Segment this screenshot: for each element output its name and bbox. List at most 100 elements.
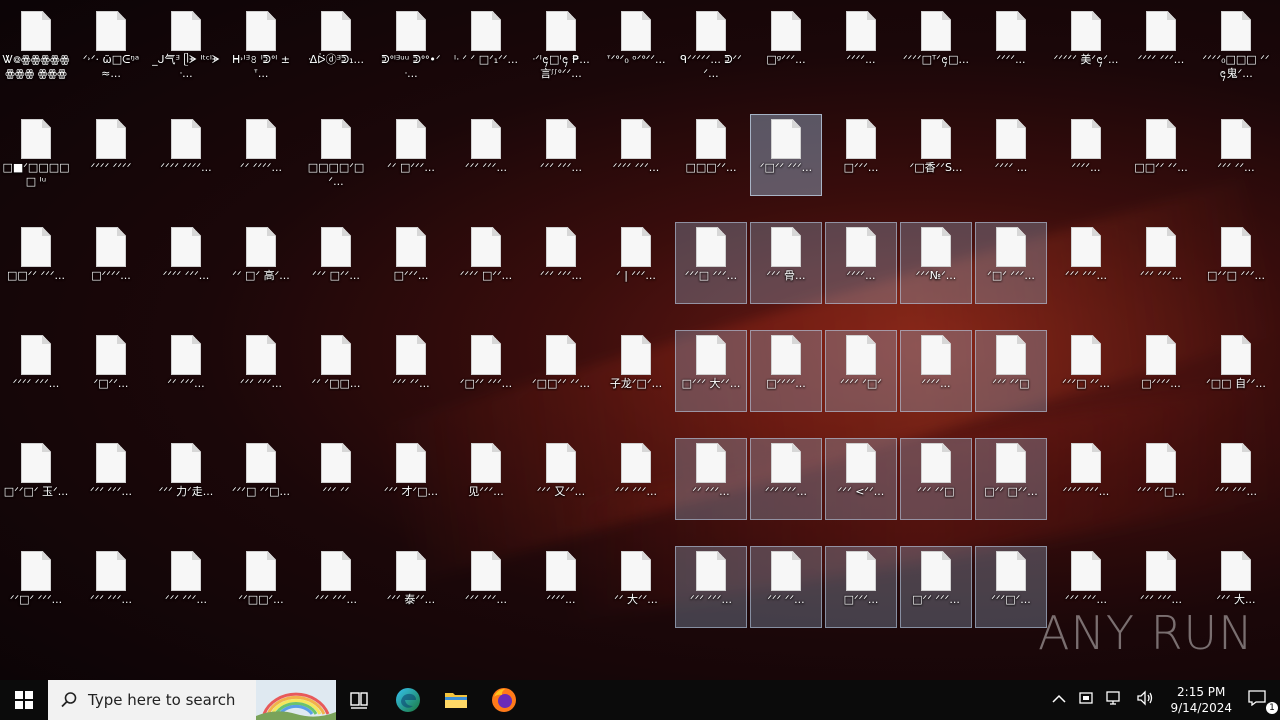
desktop-file-icon[interactable]: ᐟᐟᐟ ᐟᐟᐟ... bbox=[75, 438, 147, 520]
desktop-file-icon[interactable]: ᐎᐖⓓᴲᕲ₁... bbox=[300, 6, 372, 88]
desktop-file-icon[interactable]: ᐟ˒ᐟ· ῶ□ᕮᵑᵃ≈... bbox=[75, 6, 147, 88]
desktop-file-icon[interactable]: Ꮤ᪤ꙮꙮꙮꙮꙮꙮꙮꙮ ꙮꙮꙮ ꙮꙮꙮ ꙮꙮꙮ ꙮꙮꙮ ꙮꙮꙮ I₀□ᵗᵒ bbox=[0, 6, 72, 88]
defender-icon[interactable] bbox=[1072, 690, 1100, 710]
desktop-file-icon[interactable]: ᐟᐟ □ᐟᐟᐟ... bbox=[375, 114, 447, 196]
desktop-file-icon[interactable]: □ᐟᐟ ᐟᐟᐟ... bbox=[900, 546, 972, 628]
desktop-file-icon[interactable]: ᐟ | ᐟᐟᐟ... bbox=[600, 222, 672, 304]
desktop-file-icon[interactable]: ᐟᐟᐟ ᐟᐟᐟ... bbox=[300, 546, 372, 628]
clock[interactable]: 2:15 PM 9/14/2024 bbox=[1160, 684, 1242, 716]
notification-button[interactable]: 1 bbox=[1242, 690, 1280, 714]
desktop-file-icon[interactable]: ᐟᐟᐟ ᐟᐟᐟ... bbox=[675, 546, 747, 628]
desktop-file-icon[interactable]: ᐟᐟᐟ ᐟᐟ... bbox=[750, 546, 822, 628]
desktop-file-icon[interactable]: ᑫᐟᐟᐟᐟᐟ... ᕲᐟᐟᐟ... bbox=[675, 6, 747, 88]
desktop-file-icon[interactable]: ᐟᐟᐟ□ ᐟᐟ□... bbox=[225, 438, 297, 520]
desktop-file-icon[interactable]: ᐟᐟᐟᐟ... bbox=[525, 546, 597, 628]
desktop-file-icon[interactable]: ᐟᐟᐟᐟ... bbox=[825, 6, 897, 88]
desktop-file-icon[interactable]: ᐟᐟᐟ□ ᐟᐟᐟ... bbox=[675, 222, 747, 304]
desktop-file-icon[interactable]: ᐟ□□ᐟᐟ ᐟᐟ... bbox=[525, 330, 597, 412]
desktop-file-icon[interactable]: ᐟᐟ ᐟᐟᐟ... bbox=[150, 330, 222, 412]
desktop-file-icon[interactable]: ᐟᐟᐟ№ᐟ... bbox=[900, 222, 972, 304]
desktop-file-icon[interactable]: □□□ᐟᐟ... bbox=[675, 114, 747, 196]
desktop-file-icon[interactable]: ᐟᐟᐟ 泰ᐟᐟ... bbox=[375, 546, 447, 628]
task-view-button[interactable] bbox=[336, 680, 384, 720]
desktop-file-icon[interactable]: ᐟᐟᐟ ᐟᐟ bbox=[300, 438, 372, 520]
desktop-file-icon[interactable]: ᐟᐟᐟ ᐟᐟᐟ... bbox=[1125, 222, 1197, 304]
desktop-file-icon[interactable]: ᐟᐟᐟ ᐟᐟ... bbox=[375, 330, 447, 412]
desktop-file-icon[interactable]: ᐟᐟᐟᐟ ... bbox=[975, 114, 1047, 196]
desktop-file-icon[interactable]: ᐟᐟᐟ ᐟᐟ... bbox=[1200, 114, 1272, 196]
desktop-file-icon[interactable]: ᐟᐟᐟᐟ ᐟᐟᐟ... bbox=[600, 114, 672, 196]
desktop-file-icon[interactable]: 子龙ᐟ□ᐟ... bbox=[600, 330, 672, 412]
desktop-file-icon[interactable]: ᐟᐟᐟ 又ᐟᐟ... bbox=[525, 438, 597, 520]
desktop-file-icon[interactable]: □ᐟᐟᐟ... bbox=[825, 546, 897, 628]
desktop-file-icon[interactable]: ᐟᐟᐟ ᐟᐟᐟ... bbox=[75, 546, 147, 628]
desktop-file-icon[interactable]: □ᐟᐟᐟᐟ... bbox=[75, 222, 147, 304]
desktop-file-icon[interactable]: ᐟᐟᐟ ᐟᐟᐟ... bbox=[525, 222, 597, 304]
desktop-file-icon[interactable]: ᐟ□ᐟᐟ ᐟᐟᐟ... bbox=[450, 330, 522, 412]
desktop-file-icon[interactable]: 见ᐟᐟᐟ... bbox=[450, 438, 522, 520]
desktop-file-icon[interactable]: ᐟᐟ ᐟᐟᐟᐟ... bbox=[225, 114, 297, 196]
desktop-file-icon[interactable]: □ᐟᐟᐟ... bbox=[825, 114, 897, 196]
desktop-file-icon[interactable]: ᐟᐟ ᐟᐟᐟ... bbox=[675, 438, 747, 520]
desktop-file-icon[interactable]: □ᐟᐟᐟᐟ... bbox=[1125, 330, 1197, 412]
desktop-file-icon[interactable]: ᐟᐟ 大ᐟᐟ... bbox=[600, 546, 672, 628]
desktop-file-icon[interactable]: ᐟᐟᐟᐟᐟ 美ᐟ᪄ᐟ... bbox=[1050, 6, 1122, 88]
search-box[interactable]: Type here to search bbox=[48, 680, 336, 720]
desktop-file-icon[interactable]: ᐟᐟᐟᐟ ᐟᐟᐟᐟ... bbox=[150, 114, 222, 196]
start-button[interactable] bbox=[0, 680, 48, 720]
desktop-file-icon[interactable]: ᐟᐟᐟ 才ᐟ□... bbox=[375, 438, 447, 520]
desktop-file-icon[interactable]: ᐟᐟᐟ 骨... bbox=[750, 222, 822, 304]
desktop-file-icon[interactable]: ᐟ□ᐟᐟ... bbox=[75, 330, 147, 412]
desktop-file-icon[interactable]: ᐟᐟᐟ ᐟᐟᐟ... bbox=[1200, 438, 1272, 520]
desktop-file-icon[interactable]: ᐟᐟᐟ ᐟᐟᐟ... bbox=[750, 438, 822, 520]
desktop-file-icon[interactable]: □ᐟᐟ□ ᐟᐟᐟ... bbox=[1200, 222, 1272, 304]
desktop-file-icon[interactable]: ᐟᐟᐟᐟ ᐟ□ᐟ bbox=[825, 330, 897, 412]
desktop-file-icon[interactable]: □ᐟᐟᐟ 大ᐟᐟ... bbox=[675, 330, 747, 412]
desktop-file-icon[interactable]: ᐟᐟᐟ <ᐟᐟ... bbox=[825, 438, 897, 520]
desktop-file-icon[interactable]: ᐪᐟᐤᐟ₀ ᵒᐟᐤᐟᐟ... bbox=[600, 6, 672, 88]
desktop-file-icon[interactable]: ᐟᐟᐟ ᐟᐟᐟ... bbox=[450, 546, 522, 628]
desktop-file-icon[interactable]: ᐟᐟᐟᐟ... bbox=[975, 6, 1047, 88]
desktop-file-icon[interactable]: □■ᐟ□□□□□ ᴵᵘ bbox=[0, 114, 72, 196]
desktop-file-icon[interactable]: ᕲᐤᴵᴲᵘᵘ ᕲᐤᐤ•ᐟᐧ... bbox=[375, 6, 447, 88]
desktop-file-icon[interactable]: _ᒍ气ᴲ ᥫᗘ ᴵᵗᶜᴵᗘᐧ... bbox=[150, 6, 222, 88]
desktop-file-icon[interactable]: ᐟᐟᐟ ᐟᐟᐟ... bbox=[1050, 222, 1122, 304]
desktop-file-icon[interactable]: ᐟᐟᐟᐟ ᐟᐟᐟ... bbox=[1125, 6, 1197, 88]
desktop-file-icon[interactable]: ᐟᐟᐟᐟ ᐟᐟᐟ... bbox=[0, 330, 72, 412]
desktop-file-icon[interactable]: □□□□ᐟ□ᐟ... bbox=[300, 114, 372, 196]
desktop[interactable]: Ꮤ᪤ꙮꙮꙮꙮꙮꙮꙮꙮ ꙮꙮꙮ ꙮꙮꙮ ꙮꙮꙮ ꙮꙮꙮ ꙮꙮꙮ I₀□ᵗᵒ ᐟ˒ᐟ·… bbox=[0, 0, 1280, 680]
desktop-file-icon[interactable]: ᐟ□□ 自ᐟᐟ... bbox=[1200, 330, 1272, 412]
desktop-file-icon[interactable]: □ᵍᐟᐟᐟ... bbox=[750, 6, 822, 88]
desktop-file-icon[interactable]: ᐟᐟᐟ ᐟᐟᐟ... bbox=[150, 546, 222, 628]
desktop-file-icon[interactable]: ᐟᐟᐟᐟ... bbox=[1050, 114, 1122, 196]
desktop-file-icon[interactable]: ᐟᐟᐟᐟ ᐟᐟᐟᐟ bbox=[75, 114, 147, 196]
desktop-file-icon[interactable]: ᐟᐟᐟ ᐟᐟᐟ... bbox=[450, 114, 522, 196]
desktop-file-icon[interactable]: ᐟᐟᐟ ᐟᐟᐟ... bbox=[525, 114, 597, 196]
desktop-file-icon[interactable]: ᐟᐟ □ᐟ 高ᐟ... bbox=[225, 222, 297, 304]
desktop-file-icon[interactable]: ᐟᐟᐟ ᐟᐟᐟ... bbox=[225, 330, 297, 412]
desktop-file-icon[interactable]: ᐟᐟᐟᐟ□ᵀᐟ᪄□... bbox=[900, 6, 972, 88]
desktop-file-icon[interactable]: ᐟᐟᐟ ᐟᐟ□... bbox=[1125, 438, 1197, 520]
desktop-file-icon[interactable]: ᐟᐟᐟ ᐟᐟ□ bbox=[975, 330, 1047, 412]
desktop-file-icon[interactable]: ᕼ˒ᴵᴲ৪ ᴵᕲᐤᴵ ± ᐪ... bbox=[225, 6, 297, 88]
desktop-file-icon[interactable]: ᐟ□ᐟ ᐟᐟᐟ... bbox=[975, 222, 1047, 304]
desktop-file-icon[interactable]: ᐟᐟ□ᐟ ᐟᐟᐟ... bbox=[0, 546, 72, 628]
network-icon[interactable] bbox=[1100, 690, 1130, 710]
desktop-file-icon[interactable]: ᐟᐟᐟᐟ □ᐟᐟ... bbox=[450, 222, 522, 304]
desktop-file-icon[interactable]: ᐟᐟᐟ□ᐟ... bbox=[975, 546, 1047, 628]
desktop-file-icon[interactable]: ᐟᐟᐟᐟ₀□□□ ᐟᐟ᪄鬼ᐟ... bbox=[1200, 6, 1272, 88]
desktop-file-icon[interactable]: ᐟᐟᐟ□ ᐟᐟ... bbox=[1050, 330, 1122, 412]
file-explorer-button[interactable] bbox=[432, 680, 480, 720]
desktop-file-icon[interactable]: ᐟᐟᐟ 力ᐟ走... bbox=[150, 438, 222, 520]
volume-icon[interactable] bbox=[1130, 690, 1160, 710]
desktop-file-icon[interactable]: □ᐟᐟ□ᐟ 玉ᐟ... bbox=[0, 438, 72, 520]
desktop-file-icon[interactable]: ᐟᐟᐟᐟ... bbox=[825, 222, 897, 304]
desktop-file-icon[interactable]: ᐟᐟᐟᐟ... bbox=[900, 330, 972, 412]
desktop-file-icon[interactable]: ᐟᐟᐟᐟ ᐟᐟᐟ... bbox=[1050, 438, 1122, 520]
desktop-file-icon[interactable]: ᐟ□ᐟᐟ ᐟᐟᐟ... bbox=[750, 114, 822, 196]
edge-button[interactable] bbox=[384, 680, 432, 720]
firefox-button[interactable] bbox=[480, 680, 528, 720]
desktop-file-icon[interactable]: ᐟᐟᐟᐟ ᐟᐟᐟ... bbox=[150, 222, 222, 304]
desktop-file-icon[interactable]: □ᐟᐟᐟ... bbox=[375, 222, 447, 304]
desktop-file-icon[interactable]: □ᐟᐟᐟᐟ... bbox=[750, 330, 822, 412]
